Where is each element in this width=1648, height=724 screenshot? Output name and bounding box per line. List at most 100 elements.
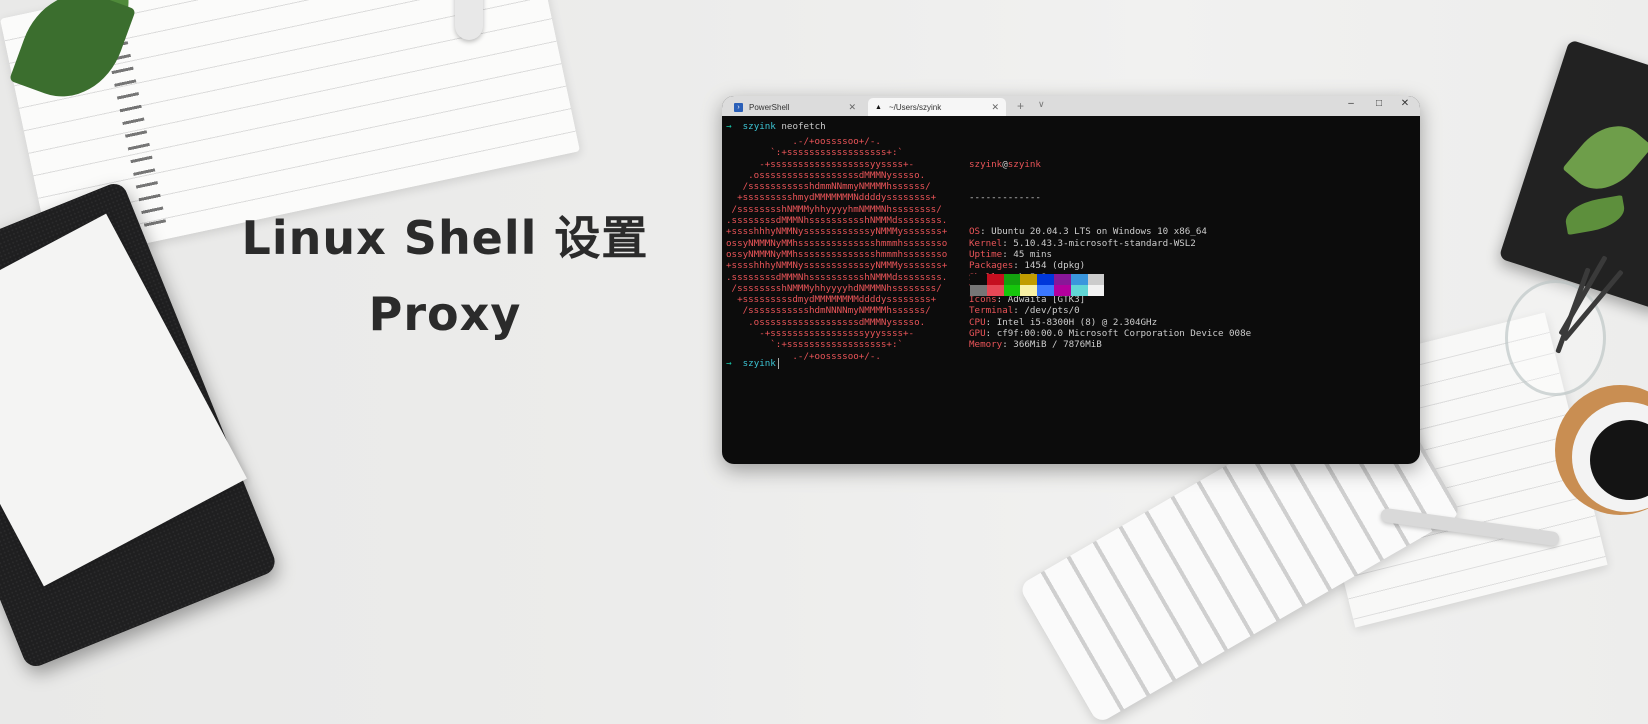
color-swatch [1003,274,1021,285]
color-swatch [1003,285,1021,296]
logo-line: /ssssssssssshdmNNNNmyNMMMMhssssss/ [726,305,931,317]
logo-line: `:+ssssssssssssssssss+:` [726,339,904,351]
logo-line: +ssssssssshmydMMMMMMMNddddyssssssss+ [726,192,937,204]
info-row: Uptime: 45 mins [969,249,1251,260]
color-palette-row-2 [970,285,1105,296]
info-value: Intel i5-8300H (8) @ 2.304GHz [996,316,1158,328]
title-bar: › PowerShell ✕ ▲ ~/Users/szyink ✕ + ∨ – … [722,96,1420,116]
info-separator: ------------- [969,192,1041,204]
hero-title: Linux Shell 设置 Proxy [230,200,660,352]
info-row: GPU: cf9f:00:00.0 Microsoft Corporation … [969,328,1251,339]
color-swatch [1053,274,1071,285]
maximize-button[interactable]: □ [1371,98,1387,109]
logo-line: -+ssssssssssssssssssyyssss+- [726,158,915,170]
info-colon: : [1002,237,1014,249]
ubuntu-ascii-logo: .-/+oossssoo+/-. `:+ssssssssssssssssss+:… [726,136,947,362]
color-swatch [1020,285,1038,296]
info-colon: : [985,328,997,340]
title-line-1: Linux Shell 设置 [241,211,649,265]
info-row: OS: Ubuntu 20.04.3 LTS on Windows 10 x86… [969,226,1251,237]
title-line-2: Proxy [368,287,522,341]
logo-line: .ossssssssssssssssssdMMMNysssso. [726,169,926,181]
close-icon[interactable]: ✕ [991,102,999,113]
info-value: 366MiB / 7876MiB [1013,339,1102,351]
info-value: Ubuntu 20.04.3 LTS on Windows 10 x86_64 [991,226,1207,238]
text-cursor [777,358,779,369]
terminal-window: › PowerShell ✕ ▲ ~/Users/szyink ✕ + ∨ – … [722,96,1420,464]
close-icon[interactable]: ✕ [848,102,856,113]
color-swatch [1037,274,1054,285]
color-swatch [970,274,987,285]
pen-decoration [455,0,483,40]
info-value: 45 mins [1013,248,1053,260]
powershell-icon: › [734,102,743,112]
close-window-button[interactable]: ✕ [1397,98,1413,109]
info-value: 1454 (dpkg) [1024,260,1086,272]
color-swatch [986,274,1004,285]
tab-dropdown-button[interactable]: ∨ [1038,99,1045,110]
logo-line: +sssshhhyNMMNyssssssssssssyNMMMysssssss+ [726,260,948,272]
command-text: neofetch [781,121,826,132]
tab-label: ~/Users/szyink [889,102,942,112]
prompt-arrow: → [726,121,732,132]
info-row: Memory: 366MiB / 7876MiB [969,339,1251,350]
color-swatch [1070,285,1088,296]
info-colon: : [1013,260,1025,272]
color-swatch [986,285,1004,296]
logo-line: ossyNMMMNyMMhsssssssssssssshmmmhssssssso [726,248,948,260]
terminal-content[interactable]: → szyink neofetch .-/+oossssoo+/-. `:+ss… [722,116,1420,464]
info-key: Terminal [969,305,1014,317]
info-header: szyink@szyink [969,159,1251,170]
info-row: Terminal: /dev/pts/0 [969,305,1251,316]
new-tab-button[interactable]: + [1017,99,1024,113]
tab-label: PowerShell [749,102,790,112]
info-key: Kernel [969,237,1003,249]
info-key: Packages [969,260,1014,272]
minimize-button[interactable]: – [1343,98,1359,109]
prompt-user: szyink [742,121,776,132]
logo-line: .ssssssssdMMMNhsssssssssshNMMMdssssssss. [726,271,948,283]
tux-icon: ▲ [875,103,882,111]
info-user: szyink [969,158,1003,170]
info-key: CPU [969,316,986,328]
info-colon: : [985,316,997,328]
prompt-user: szyink [742,358,776,369]
info-row: CPU: Intel i5-8300H (8) @ 2.304GHz [969,317,1251,328]
color-swatch [970,285,987,296]
logo-line: +sssssssssdmydMMMMMMMMddddyssssssss+ [726,294,937,306]
logo-line: `:+ssssssssssssssssss+:` [726,147,904,159]
logo-line: .ossssssssssssssssssdMMMNysssso. [726,316,926,328]
system-info: szyink@szyink ------------- OS: Ubuntu 2… [969,136,1251,373]
color-swatch [1020,274,1038,285]
color-swatch [1070,274,1088,285]
prompt-arrow: → [726,358,732,369]
command-prompt: → szyink [726,358,779,369]
command-prompt: → szyink neofetch [726,121,826,132]
info-colon: : [1013,305,1025,317]
logo-line: .-/+oossssoo+/-. [726,136,881,147]
logo-line: /ssssssssssshdmmNNmmyNMMMMhssssss/ [726,181,931,193]
logo-line: -+sssssssssssssssssyyyssss+- [726,328,915,340]
color-palette-row-1 [970,274,1105,285]
tab-ubuntu[interactable]: ▲ ~/Users/szyink ✕ [868,98,1006,116]
color-swatch [1037,285,1054,296]
info-colon: : [980,226,992,238]
info-value: 5.10.43.3-microsoft-standard-WSL2 [1013,237,1196,249]
info-row: Packages: 1454 (dpkg) [969,260,1251,271]
info-key: OS [969,226,981,238]
info-row: Kernel: 5.10.43.3-microsoft-standard-WSL… [969,238,1251,249]
logo-line: /sssssssshNMMMyhhyyyyhdNMMMNhssssssss/ [726,282,942,294]
info-key: Memory [969,339,1003,351]
pencil-cup-decoration [1505,255,1624,396]
info-key: Uptime [969,248,1003,260]
tab-powershell[interactable]: › PowerShell ✕ [728,98,863,116]
logo-line: +sssshhhyNMMNyssssssssssssyNMMMysssssss+ [726,226,948,238]
color-swatch [1053,285,1071,296]
info-host: szyink [1007,158,1041,170]
info-value: /dev/pts/0 [1024,305,1080,317]
info-colon: : [1002,339,1014,351]
logo-line: /sssssssshNMMMyhhyyyyhmNMMMNhssssssss/ [726,203,942,215]
info-key: GPU [969,328,986,340]
info-value: cf9f:00:00.0 Microsoft Corporation Devic… [996,328,1252,340]
color-swatch [1087,285,1105,296]
